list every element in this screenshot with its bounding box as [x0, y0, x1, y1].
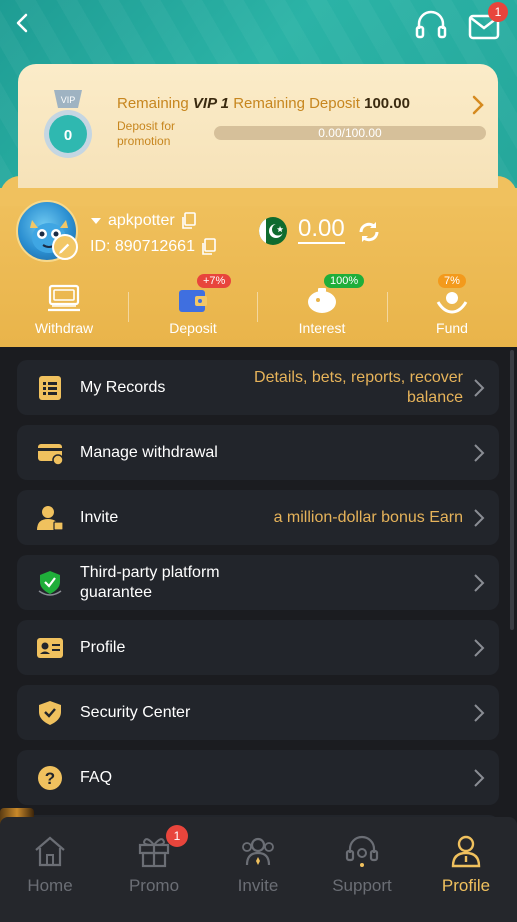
pencil-icon	[59, 243, 70, 254]
withdraw-icon	[48, 284, 80, 312]
headphones-icon	[415, 10, 447, 39]
chevron-right-icon	[474, 573, 485, 592]
scrollbar[interactable]	[510, 350, 514, 630]
back-arrow-icon	[16, 13, 28, 33]
back-button[interactable]	[8, 8, 38, 38]
profile-page: 1 VIP 0 Remaining VIP 1 Remaining Deposi…	[0, 0, 517, 922]
vip-remaining-label: Remaining	[117, 95, 189, 112]
nav-profile[interactable]: Profile	[416, 833, 516, 913]
nav-label: Profile	[441, 876, 491, 895]
menu-item-profile[interactable]: Profile	[17, 620, 499, 675]
vip-chevron-right-icon[interactable]	[470, 94, 486, 116]
menu-desc: a million-dollar bonus Earn	[273, 508, 463, 526]
card-icon	[38, 443, 64, 466]
nav-label: Invite	[237, 876, 279, 895]
support-icon	[345, 835, 379, 867]
vip-level: VIP 1	[192, 95, 230, 112]
vip-medal-number: 0	[64, 127, 72, 144]
menu-label: Manage withdrawal	[80, 443, 218, 461]
mail-button[interactable]: 1	[466, 2, 508, 42]
home-icon	[35, 836, 65, 867]
avatar-edit-button[interactable]	[52, 234, 78, 260]
chevron-right-icon	[474, 703, 485, 722]
username-row: apkpotter	[90, 212, 197, 230]
refresh-balance-button[interactable]	[355, 218, 383, 246]
balance-amount: 0.00	[298, 215, 345, 244]
fund-badge: 7%	[438, 274, 466, 288]
nav-support[interactable]: Support	[312, 833, 412, 913]
vip-remaining-text: Remaining VIP 1 Remaining Deposit 100.00	[117, 95, 410, 112]
interest-label: Interest	[298, 320, 346, 336]
nav-label: Home	[27, 876, 73, 895]
nav-home[interactable]: Home	[0, 833, 100, 913]
chevron-right-icon	[474, 378, 485, 397]
nav-label: Support	[332, 876, 392, 895]
menu-label: Security Center	[80, 703, 191, 721]
menu-label: Invite	[80, 508, 119, 526]
menu-item-security-center[interactable]: Security Center	[17, 685, 499, 740]
menu-item-manage-withdrawal[interactable]: Manage withdrawal	[17, 425, 499, 480]
user-id-row: ID: 890712661	[90, 238, 217, 256]
deposit-label: Deposit	[169, 320, 217, 336]
mail-badge: 1	[488, 2, 508, 22]
withdraw-label: Withdraw	[34, 320, 94, 336]
faq-icon: ?	[38, 765, 62, 790]
menu-item-invite[interactable]: Invite a million-dollar bonus Earn	[17, 490, 499, 545]
vip-medal-level: VIP	[61, 95, 76, 105]
records-icon	[39, 375, 61, 400]
chevron-right-icon	[474, 508, 485, 527]
vip-card[interactable]: VIP 0 Remaining VIP 1 Remaining Deposit …	[18, 64, 498, 188]
menu-label: My Records	[80, 378, 166, 396]
vip-progress-text: 0.00/100.00	[318, 126, 382, 140]
vip-medal-icon: VIP 0	[42, 90, 94, 162]
svg-text:?: ?	[45, 769, 55, 788]
fund-label: Fund	[436, 320, 468, 336]
quick-actions: Withdraw +7% Deposit 100% Interest 7% Fu…	[0, 274, 517, 346]
interest-badge: 100%	[324, 274, 365, 288]
menu-item-faq[interactable]: ? FAQ	[17, 750, 499, 805]
guarantee-shield-icon	[38, 570, 62, 596]
support-headphones-button[interactable]	[414, 9, 448, 41]
deposit-badge: +7%	[197, 274, 232, 288]
copy-icon[interactable]	[201, 238, 217, 256]
vip-remaining-deposit-label: Remaining Deposit	[233, 95, 360, 112]
profile-card-icon	[37, 637, 63, 658]
invite-user-icon	[37, 505, 64, 531]
vip-sub-label: Deposit for promotion	[117, 119, 176, 148]
user-id: ID: 890712661	[90, 238, 195, 255]
chevron-right-icon	[474, 768, 485, 787]
caret-down-icon[interactable]	[90, 216, 102, 226]
pakistan-flag-icon	[259, 217, 287, 245]
menu-label: FAQ	[80, 768, 113, 786]
fund-action[interactable]: 7% Fund	[388, 274, 516, 342]
interest-action[interactable]: 100% Interest	[258, 274, 386, 342]
vip-deposit-amount: 100.00	[364, 95, 410, 112]
chevron-right-icon	[474, 638, 485, 657]
profile-icon	[451, 835, 481, 868]
promo-badge: 1	[166, 825, 188, 847]
menu-item-third-party-guarantee[interactable]: Third-party platform guarantee	[17, 555, 499, 610]
withdraw-action[interactable]: Withdraw	[0, 276, 128, 342]
chevron-right-icon	[474, 443, 485, 462]
nav-label: Promo	[128, 876, 180, 895]
menu-label: Third-party platform guarantee	[80, 563, 220, 601]
refresh-icon	[359, 222, 379, 242]
menu-label: Profile	[80, 638, 126, 656]
username: apkpotter	[108, 212, 175, 229]
menu-desc: Details, bets, reports, recover balance	[254, 368, 463, 406]
menu-item-my-records[interactable]: My Records Details, bets, reports, recov…	[17, 360, 499, 415]
deposit-action[interactable]: +7% Deposit	[129, 274, 257, 342]
vip-progress-bar: 0.00/100.00	[214, 126, 486, 140]
bottom-nav: Home 1 Promo Invite Support Profile	[0, 817, 517, 922]
copy-icon[interactable]	[181, 212, 197, 230]
nav-promo[interactable]: 1 Promo	[104, 825, 204, 913]
nav-invite[interactable]: Invite	[208, 833, 308, 913]
security-shield-icon	[39, 700, 61, 725]
invite-icon	[242, 837, 274, 866]
